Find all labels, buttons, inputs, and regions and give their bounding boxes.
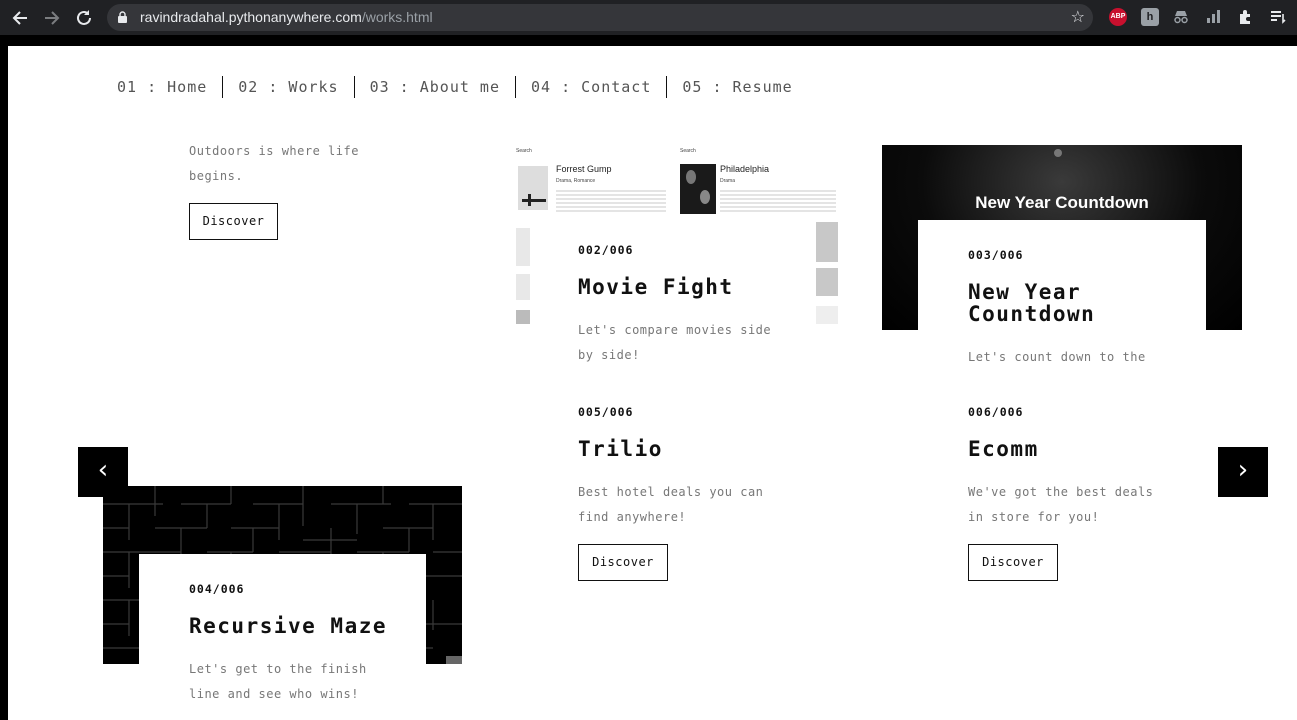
trilio-desc-line2: find anywhere! — [578, 510, 687, 524]
signal-extension-icon[interactable] — [1204, 8, 1222, 26]
nav-resume[interactable]: 05 : Resume — [666, 76, 807, 98]
back-arrow-icon[interactable] — [9, 7, 31, 29]
new-year-desc-line1: Let's count down to the — [968, 350, 1146, 364]
nav-about-me[interactable]: 03 : About me — [353, 76, 515, 98]
carousel-prev-button[interactable]: ‹ — [78, 447, 128, 497]
ecomm-desc-line1: We've got the best deals — [968, 485, 1154, 499]
movie-shot-right-text — [720, 188, 836, 212]
trilio-discover-button[interactable]: Discover — [578, 544, 668, 581]
puzzle-extensions-icon[interactable] — [1237, 8, 1255, 26]
movie-poster-right — [680, 164, 716, 214]
incognito-extension-icon[interactable] — [1172, 8, 1190, 26]
movie-shot-stat-3 — [516, 310, 530, 324]
movie-poster-left — [518, 166, 548, 210]
movie-fight-number: 002/006 — [578, 243, 634, 257]
movie-shot-stat-6 — [816, 306, 838, 324]
outdoors-discover-button[interactable]: Discover — [189, 203, 278, 240]
url-text: ravindradahal.pythonanywhere.com/works.h… — [140, 9, 433, 25]
movie-fight-desc-line1: Let's compare movies side — [578, 323, 772, 337]
movie-shot-left-text — [556, 188, 666, 212]
trilio-title: Trilio — [578, 437, 663, 461]
new-year-title-line1: New Year — [968, 280, 1082, 304]
trilio-desc-line1: Best hotel deals you can — [578, 485, 764, 499]
nav-home[interactable]: 01 : Home — [117, 76, 222, 98]
movie-shot-left-genre: Drama, Romance — [556, 178, 596, 184]
address-bar[interactable]: ravindradahal.pythonanywhere.com/works.h… — [107, 4, 1093, 31]
movie-shot-search-left: Search — [516, 148, 532, 154]
movie-shot-left-title: Forrest Gump — [556, 164, 612, 174]
movie-shot-stat-1 — [516, 228, 530, 266]
carousel-next-button[interactable]: › — [1218, 447, 1268, 497]
nav-contact[interactable]: 04 : Contact — [515, 76, 666, 98]
movie-shot-right-title: Philadelphia — [720, 164, 770, 174]
ecomm-title: Ecomm — [968, 437, 1039, 461]
maze-number: 004/006 — [189, 582, 245, 596]
maze-desc-line2: line and see who wins! — [189, 687, 359, 701]
outdoors-desc-line2: begins. — [189, 169, 244, 183]
countdown-light-dot — [1054, 149, 1062, 157]
main-nav: 01 : Home 02 : Works 03 : About me 04 : … — [117, 76, 808, 98]
movie-fight-title: Movie Fight — [578, 275, 734, 299]
movie-shot-stat-4 — [816, 222, 838, 262]
movie-fight-desc-line2: by side! — [578, 348, 640, 362]
outdoors-desc-line1: Outdoors is where life — [189, 144, 359, 158]
movie-shot-stat-2 — [516, 274, 530, 300]
reload-icon[interactable] — [73, 7, 95, 29]
movie-shot-right-genre: Drama — [720, 178, 736, 184]
forward-arrow-icon[interactable] — [41, 7, 63, 29]
trilio-number: 005/006 — [578, 405, 634, 419]
h-extension-icon[interactable]: h — [1141, 8, 1159, 26]
ecomm-number: 006/006 — [968, 405, 1024, 419]
countdown-shot-label: New Year Countdown — [975, 193, 1149, 212]
adblock-extension-icon[interactable]: ABP — [1109, 8, 1127, 26]
lock-icon — [118, 11, 127, 23]
url-path: /works.html — [361, 9, 433, 25]
ecomm-discover-button[interactable]: Discover — [968, 544, 1058, 581]
maze-desc-line1: Let's get to the finish — [189, 662, 367, 676]
bookmark-star-icon[interactable]: ☆ — [1071, 7, 1085, 26]
maze-title: Recursive Maze — [189, 614, 388, 638]
url-host: ravindradahal.pythonanywhere.com — [140, 9, 362, 25]
browser-toolbar: ravindradahal.pythonanywhere.com/works.h… — [0, 0, 1297, 35]
new-year-title-line2: Countdown — [968, 302, 1096, 326]
page-content: 01 : Home 02 : Works 03 : About me 04 : … — [8, 46, 1297, 720]
ecomm-desc-line2: in store for you! — [968, 510, 1100, 524]
movie-shot-stat-5 — [816, 268, 838, 296]
nav-works[interactable]: 02 : Works — [222, 76, 353, 98]
new-year-number: 003/006 — [968, 248, 1024, 262]
reading-list-icon[interactable] — [1269, 8, 1287, 26]
movie-shot-search-right: Search — [680, 148, 696, 154]
